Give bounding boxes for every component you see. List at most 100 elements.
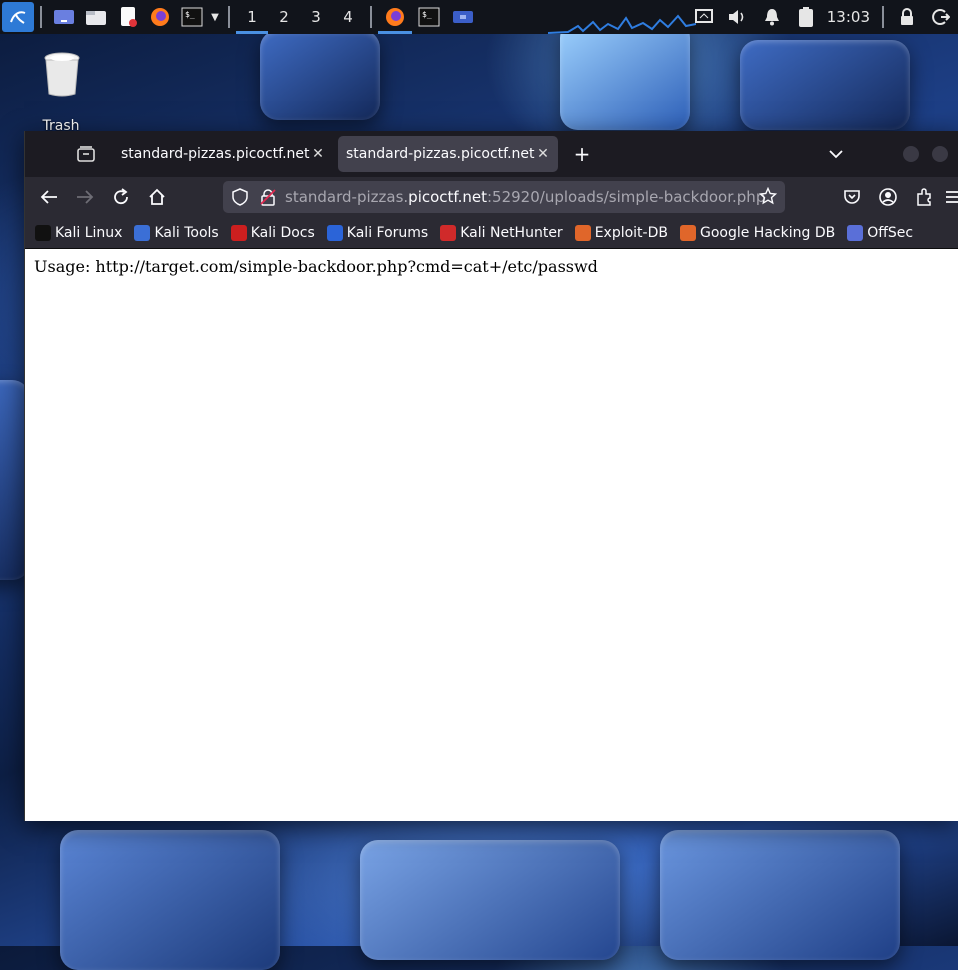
file-manager-window-button[interactable]	[446, 0, 480, 34]
separator	[882, 6, 884, 28]
url-text[interactable]: standard-pizzas.picoctf.net:52920/upload…	[285, 188, 765, 206]
url-path: :52920/uploads/simple-backdoor.php	[487, 188, 766, 206]
terminal-icon: $_	[418, 7, 440, 27]
arrow-left-icon	[40, 190, 57, 204]
bookmark-item[interactable]: Kali Docs	[230, 224, 315, 241]
navigation-toolbar: standard-pizzas.picoctf.net:52920/upload…	[25, 177, 958, 217]
new-tab-button[interactable]: +	[571, 142, 593, 166]
display-icon[interactable]	[690, 0, 718, 34]
trash-desktop-icon[interactable]: Trash	[36, 52, 86, 134]
bookmark-item[interactable]: Exploit-DB	[574, 224, 668, 241]
bookmark-item[interactable]: Kali Tools	[134, 224, 219, 241]
bookmarks-toolbar: Kali Linux Kali Tools Kali Docs Kali Forums…	[25, 217, 958, 249]
url-bar[interactable]: standard-pizzas.picoctf.net:52920/upload…	[223, 181, 785, 213]
back-button[interactable]	[37, 185, 61, 209]
terminal-icon[interactable]: $_	[179, 0, 205, 34]
clock[interactable]: 13:03	[827, 8, 870, 26]
svg-text:$_: $_	[422, 10, 432, 19]
bookmark-item[interactable]: Google Hacking DB	[679, 224, 836, 241]
shield-icon[interactable]	[231, 188, 249, 206]
file-manager-icon[interactable]	[83, 0, 109, 34]
bookmark-label: Kali Forums	[346, 224, 429, 241]
lock-icon[interactable]	[893, 0, 921, 34]
svg-text:$_: $_	[185, 10, 195, 19]
pocket-icon[interactable]	[840, 185, 864, 209]
taskbar: $_ ▼ 1 2 3 4 $_ 13:03	[0, 0, 958, 34]
forward-button[interactable]	[73, 185, 97, 209]
bookmark-label: OffSec	[867, 224, 914, 241]
battery-icon[interactable]	[792, 0, 820, 34]
ghdb-icon	[679, 224, 696, 241]
bookmark-label: Google Hacking DB	[699, 224, 836, 241]
extensions-icon[interactable]	[912, 185, 936, 209]
kali-docs-icon	[230, 224, 247, 241]
home-icon	[149, 188, 165, 205]
wallpaper-tile	[260, 30, 380, 120]
firefox-icon[interactable]	[147, 0, 173, 34]
chevron-down-icon[interactable]	[825, 143, 847, 165]
kali-tools-icon	[134, 224, 151, 241]
desktop-icon[interactable]	[51, 0, 77, 34]
chevron-down-icon[interactable]: ▼	[208, 0, 222, 34]
home-button[interactable]	[145, 185, 169, 209]
bell-icon[interactable]	[758, 0, 786, 34]
exploit-db-icon	[574, 224, 591, 241]
wallpaper-tile	[660, 830, 900, 960]
close-icon[interactable]: ✕	[311, 146, 325, 162]
bookmark-star-icon[interactable]	[758, 186, 778, 210]
separator	[40, 6, 42, 28]
menu-icon[interactable]	[945, 185, 958, 209]
bookmark-item[interactable]: Kali NetHunter	[440, 224, 563, 241]
tab-title: standard-pizzas.picoctf.net:5	[346, 146, 536, 162]
volume-icon[interactable]	[724, 0, 752, 34]
reload-icon	[114, 188, 128, 205]
bookmark-item[interactable]: Kali Forums	[326, 224, 429, 241]
wallpaper-tile	[60, 830, 280, 970]
firefox-icon	[386, 8, 404, 26]
workspace-3[interactable]: 3	[300, 0, 332, 34]
bookmark-label: Kali Linux	[55, 224, 123, 241]
wallpaper-tile	[740, 40, 910, 130]
bookmark-item[interactable]: Kali Linux	[35, 224, 123, 241]
firefox-window-button[interactable]	[378, 0, 412, 34]
bookmark-label: Kali NetHunter	[460, 224, 563, 241]
workspace-4[interactable]: 4	[332, 0, 364, 34]
kali-forums-icon	[326, 224, 343, 241]
terminal-window-button[interactable]: $_	[412, 0, 446, 34]
kali-menu-icon[interactable]	[2, 2, 34, 32]
bookmark-label: Exploit-DB	[594, 224, 668, 241]
folder-icon	[453, 11, 473, 23]
cpu-graph	[548, 14, 696, 34]
tab-groups-icon[interactable]	[75, 143, 97, 165]
logout-icon[interactable]	[927, 0, 955, 34]
bookmark-item[interactable]: OffSec	[847, 224, 914, 241]
url-prefix: standard-pizzas.	[285, 188, 409, 206]
system-tray: 13:03	[687, 0, 958, 34]
workspace-1[interactable]: 1	[236, 0, 268, 34]
workspace-2[interactable]: 2	[268, 0, 300, 34]
minimize-button[interactable]	[903, 146, 919, 162]
text-editor-icon[interactable]	[115, 0, 141, 34]
tab-2-active[interactable]: standard-pizzas.picoctf.net:5 ✕	[338, 136, 558, 172]
separator	[370, 6, 372, 28]
account-icon[interactable]	[876, 185, 900, 209]
maximize-button[interactable]	[932, 146, 948, 162]
separator	[228, 6, 230, 28]
insecure-lock-icon[interactable]	[259, 188, 277, 206]
tab-bar: standard-pizzas.picoctf.net:5 ✕ standard…	[25, 131, 958, 177]
tab-title: standard-pizzas.picoctf.net:5	[121, 146, 311, 162]
reload-button[interactable]	[109, 185, 133, 209]
bookmark-label: Kali Tools	[154, 224, 219, 241]
page-content: Usage: http://target.com/simple-backdoor…	[25, 249, 958, 821]
arrow-right-icon	[77, 190, 94, 204]
trash-icon	[43, 52, 80, 97]
wallpaper-tile	[360, 840, 620, 960]
tab-1[interactable]: standard-pizzas.picoctf.net:5 ✕	[113, 136, 333, 172]
close-icon[interactable]: ✕	[536, 146, 550, 162]
browser-window: standard-pizzas.picoctf.net:5 ✕ standard…	[24, 131, 958, 821]
url-host: picoctf.net	[408, 188, 487, 206]
nethunter-icon	[440, 224, 457, 241]
kali-dragon-icon	[35, 224, 51, 241]
wallpaper-tile	[560, 20, 690, 130]
offsec-icon	[847, 224, 864, 241]
